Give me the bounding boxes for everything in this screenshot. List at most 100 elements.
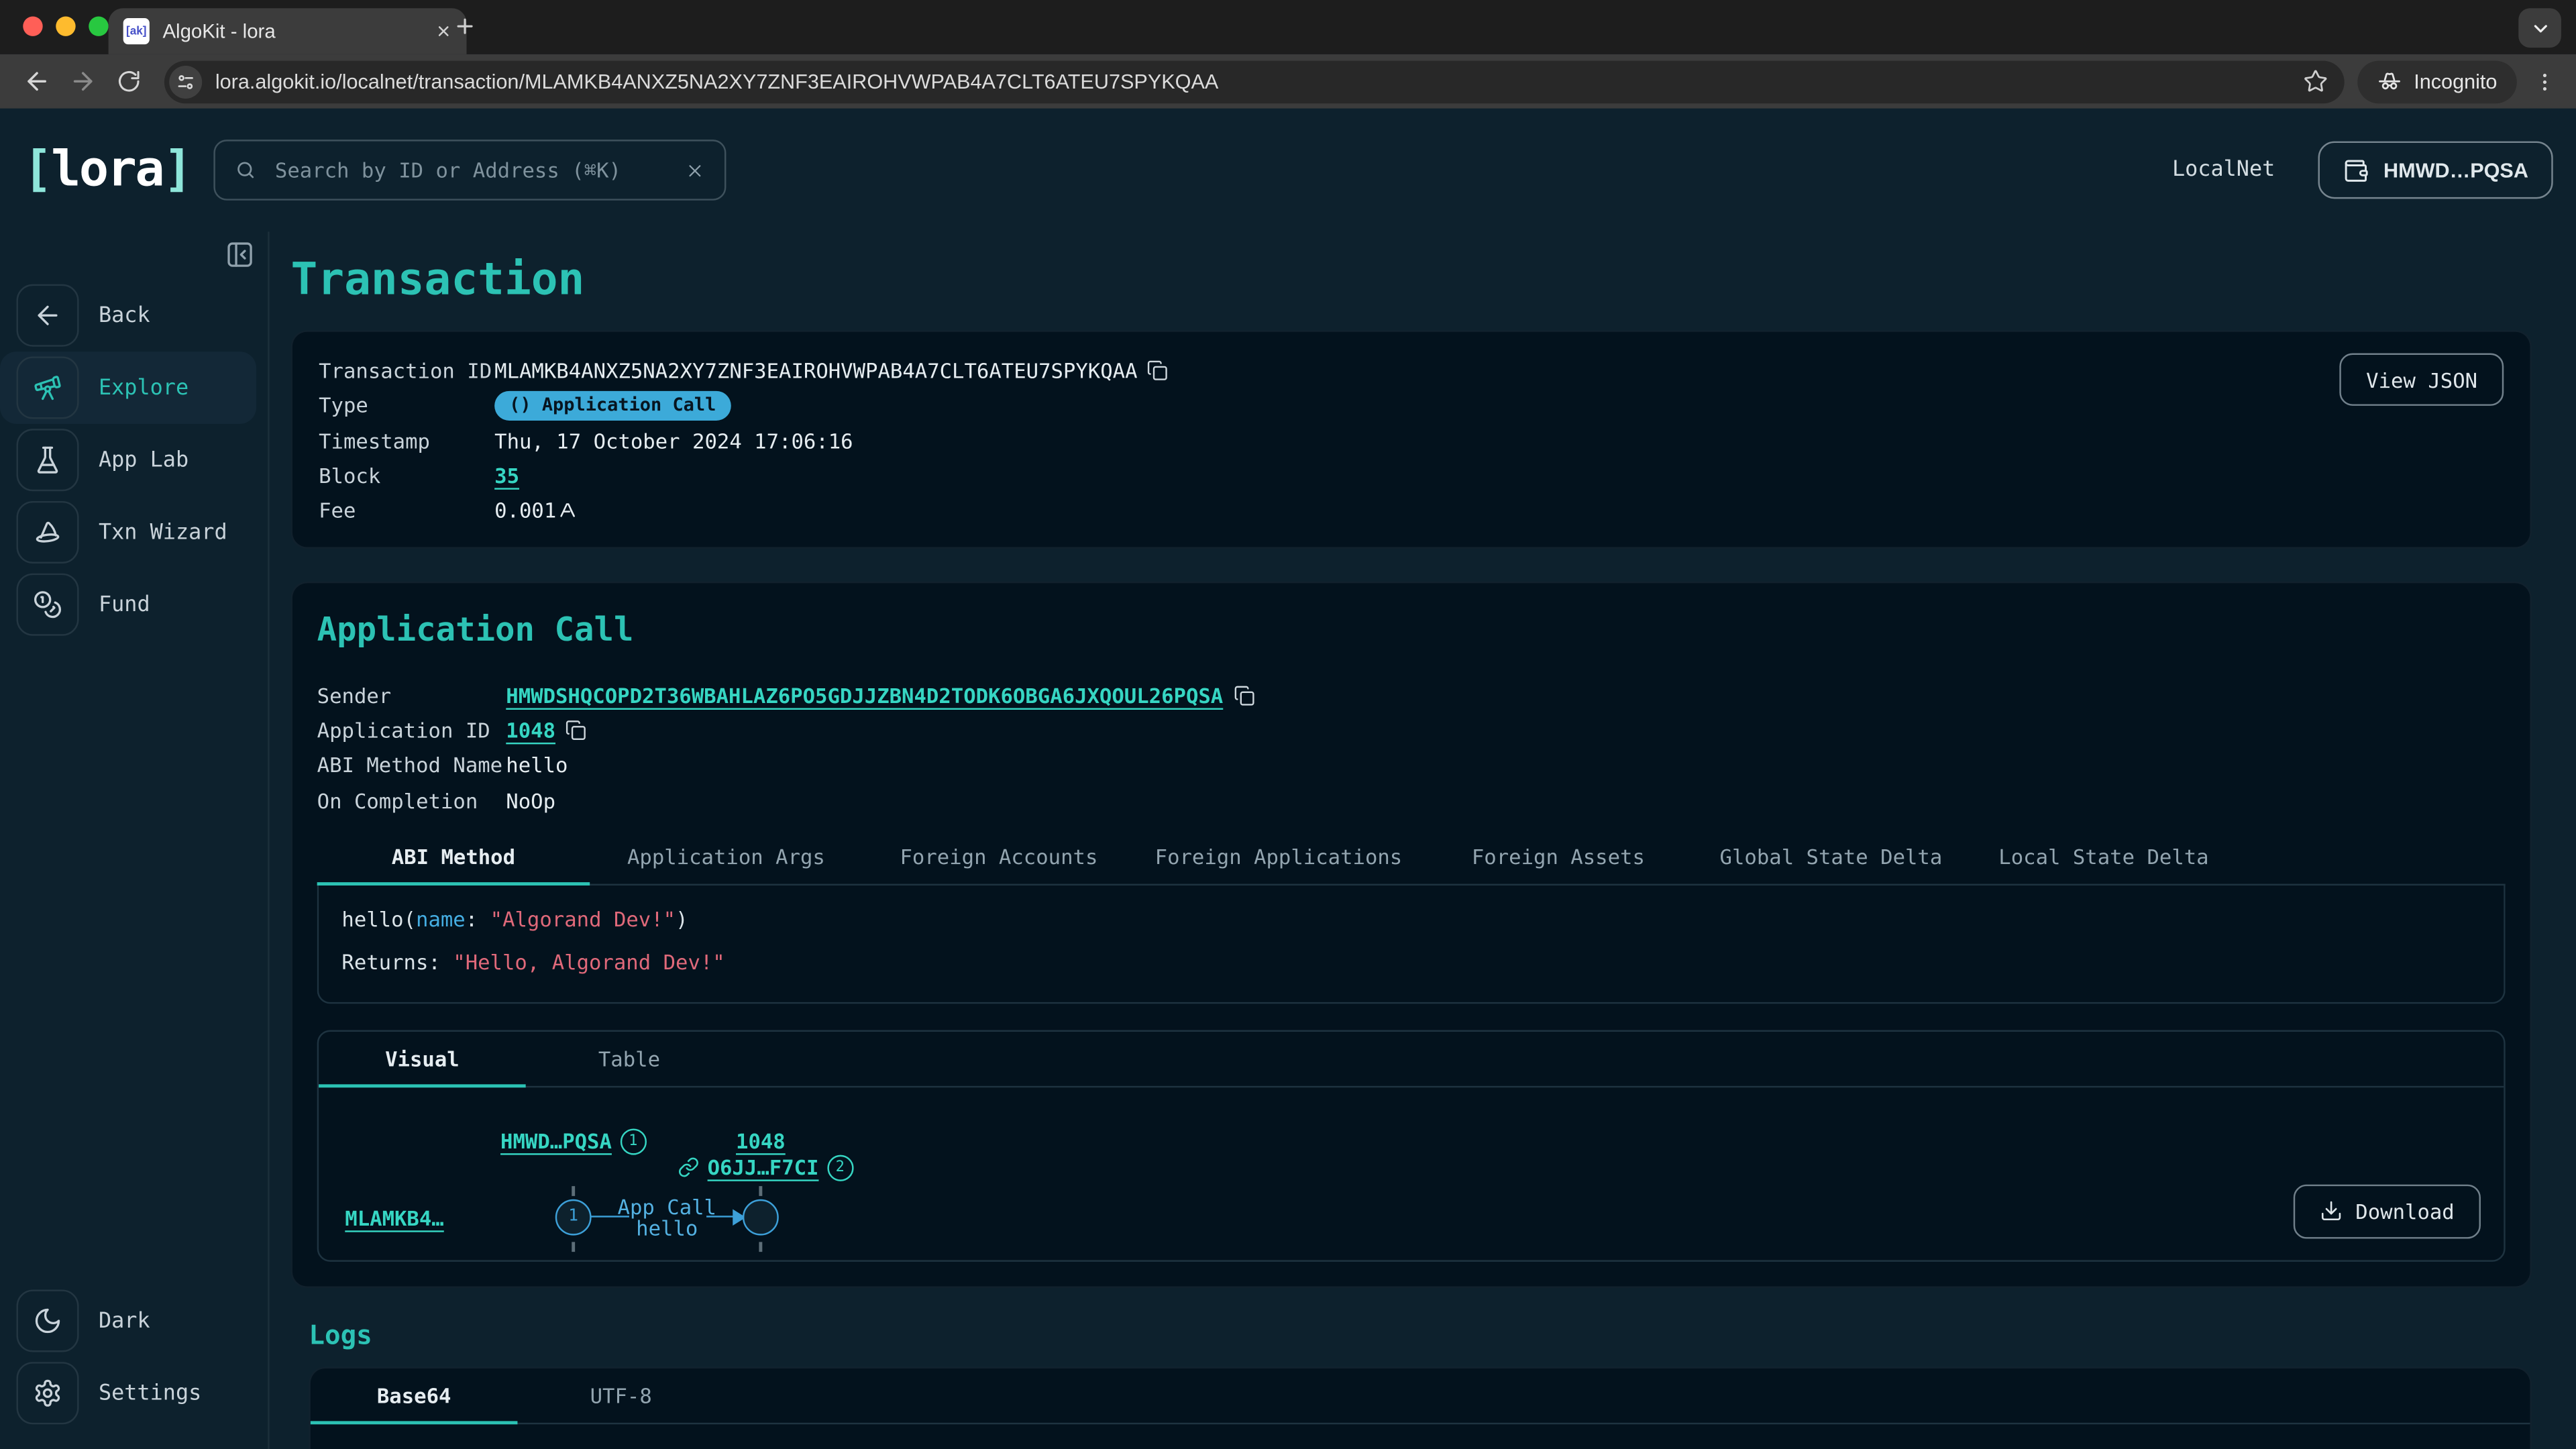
logs-heading: Logs [309, 1319, 2531, 1350]
sidebar-item-theme-toggle[interactable]: Dark [0, 1291, 268, 1350]
url-bar[interactable]: lora.algokit.io/localnet/transaction/MLA… [164, 60, 2345, 103]
zoom-window-button[interactable] [89, 16, 108, 36]
field-label: Block [319, 464, 494, 488]
new-tab-button[interactable] [453, 15, 476, 38]
account-number-badge: 1 [620, 1128, 646, 1155]
app-number-badge: 2 [827, 1155, 853, 1181]
wallet-icon [2343, 157, 2369, 183]
global-search[interactable] [214, 140, 727, 201]
field-label: Transaction ID [319, 358, 494, 383]
download-button[interactable]: Download [2293, 1184, 2481, 1238]
flask-icon [16, 429, 78, 491]
abi-method-panel: hello(name: "Algorand Dev!") Returns: "H… [317, 885, 2506, 1003]
copy-icon[interactable] [566, 719, 587, 741]
on-completion-row: On Completion NoOp [317, 783, 2506, 818]
telescope-icon [16, 356, 78, 419]
tab-close-icon[interactable] [435, 23, 451, 39]
sidebar-collapse-icon[interactable] [225, 240, 255, 270]
graph-from-node: 1 [555, 1199, 592, 1235]
application-id-link[interactable]: 1048 [506, 718, 555, 743]
application-call-heading: Application Call [317, 610, 2506, 650]
timestamp-value: Thu, 17 October 2024 17:06:16 [494, 429, 853, 453]
gear-icon [16, 1362, 78, 1424]
lora-logo[interactable]: [lora] [23, 142, 191, 199]
wallet-address: HMWD…PQSA [2383, 158, 2528, 181]
main-content: Transaction Transaction ID MLAMKB4ANXZ5N… [270, 231, 2576, 1449]
graph-group-link[interactable]: O6JJ…F7CI [708, 1155, 819, 1180]
tab-application-args[interactable]: Application Args [590, 844, 863, 883]
block-row: Block 35 [319, 458, 2504, 493]
reload-icon[interactable] [105, 58, 152, 105]
block-link[interactable]: 35 [494, 464, 519, 488]
abi-param-name: name [416, 906, 466, 931]
app-header: [lora] LocalNet HMWD…PQSA [0, 109, 2576, 232]
search-icon [235, 160, 257, 181]
search-input[interactable] [272, 156, 671, 184]
tab-table[interactable]: Table [526, 1046, 733, 1085]
tab-utf8[interactable]: UTF-8 [517, 1383, 724, 1422]
header-right: LocalNet HMWD…PQSA [2172, 142, 2553, 199]
abi-method-row: ABI Method Name hello [317, 747, 2506, 782]
application-id-row: Application ID 1048 [317, 712, 2506, 747]
tab-foreign-accounts[interactable]: Foreign Accounts [863, 844, 1136, 883]
tab-base64[interactable]: Base64 [311, 1383, 518, 1422]
wallet-button[interactable]: HMWD…PQSA [2318, 142, 2553, 199]
moon-icon [16, 1289, 78, 1352]
sidebar-item-app-lab[interactable]: App Lab [0, 431, 268, 490]
logo-bracket: [ [23, 142, 51, 199]
timestamp-row: Timestamp Thu, 17 October 2024 17:06:16 [319, 423, 2504, 458]
browser-tab[interactable]: [ak] AlgoKit - lora [109, 8, 467, 54]
transaction-graph: HMWD…PQSA 1 1048 O6JJ…F7CI 2 [319, 1087, 2504, 1259]
tab-foreign-applications[interactable]: Foreign Applications [1135, 844, 1421, 883]
url-text[interactable]: lora.algokit.io/localnet/transaction/MLA… [215, 70, 2291, 93]
copy-icon[interactable] [1147, 360, 1169, 382]
sidebar-item-label: Txn Wizard [99, 520, 227, 545]
site-settings-icon[interactable] [169, 65, 202, 98]
link-icon [678, 1157, 700, 1179]
coins-icon [16, 574, 78, 636]
arrow-left-icon [16, 284, 78, 347]
sidebar: Back Explore App Lab [0, 231, 270, 1449]
sidebar-item-settings[interactable]: Settings [0, 1364, 268, 1423]
incognito-icon [2377, 69, 2402, 94]
transaction-id-row: Transaction ID MLAMKB4ANXZ5NA2XY7ZNF3EAI… [319, 354, 2504, 388]
bookmark-star-icon[interactable] [2304, 69, 2328, 94]
tab-search-chevron-icon[interactable] [2518, 8, 2561, 48]
tab-visual[interactable]: Visual [319, 1046, 526, 1085]
graph-sender-link[interactable]: HMWD…PQSA [500, 1129, 612, 1154]
field-label: Timestamp [319, 429, 494, 453]
window-controls[interactable] [23, 16, 108, 36]
on-completion-value: NoOp [506, 788, 555, 812]
close-window-button[interactable] [23, 16, 42, 36]
log-entry: 1. FR98dQAUSGVsbG8sIEFsZ29yYW5kIERldiE= [311, 1424, 2530, 1449]
graph-sender-header: HMWD…PQSA 1 [500, 1128, 646, 1155]
view-json-button[interactable]: View JSON [2340, 354, 2504, 406]
tab-foreign-assets[interactable]: Foreign Assets [1422, 844, 1695, 883]
tab-title: AlgoKit - lora [162, 19, 425, 42]
forward-nav-icon[interactable] [59, 58, 105, 105]
browser-menu-icon[interactable] [2533, 70, 2556, 93]
sidebar-item-label: Back [99, 303, 150, 328]
tab-abi-method[interactable]: ABI Method [317, 844, 590, 883]
sender-link[interactable]: HMWDSHQCOPD2T36WBAHLAZ6PO5GDJJZBN4D2TODK… [506, 683, 1223, 708]
type-row: Type () Application Call [319, 388, 2504, 423]
sidebar-item-txn-wizard[interactable]: Txn Wizard [0, 502, 268, 561]
search-clear-icon[interactable] [686, 160, 705, 180]
sidebar-item-label: Settings [99, 1381, 201, 1405]
tab-local-state-delta[interactable]: Local State Delta [1968, 844, 2241, 883]
tab-global-state-delta[interactable]: Global State Delta [1695, 844, 1968, 883]
graph-app-id-link[interactable]: 1048 [736, 1128, 786, 1153]
back-nav-icon[interactable] [13, 58, 60, 105]
sidebar-item-fund[interactable]: Fund [0, 575, 268, 634]
logs-card: Base64 UTF-8 1. FR98dQAUSGVsbG8sIEFsZ29y… [309, 1366, 2531, 1449]
sidebar-item-back[interactable]: Back [0, 286, 268, 345]
sidebar-item-explore[interactable]: Explore [0, 358, 268, 417]
minimize-window-button[interactable] [56, 16, 75, 36]
copy-icon[interactable] [1233, 684, 1254, 706]
wizard-hat-icon [16, 501, 78, 564]
transaction-summary-card: Transaction ID MLAMKB4ANXZ5NA2XY7ZNF3EAI… [290, 330, 2531, 549]
sidebar-item-label: Dark [99, 1309, 150, 1334]
field-label: Application ID [317, 718, 506, 743]
network-label[interactable]: LocalNet [2172, 158, 2275, 182]
graph-txn-link[interactable]: MLAMKB4… [345, 1205, 443, 1230]
